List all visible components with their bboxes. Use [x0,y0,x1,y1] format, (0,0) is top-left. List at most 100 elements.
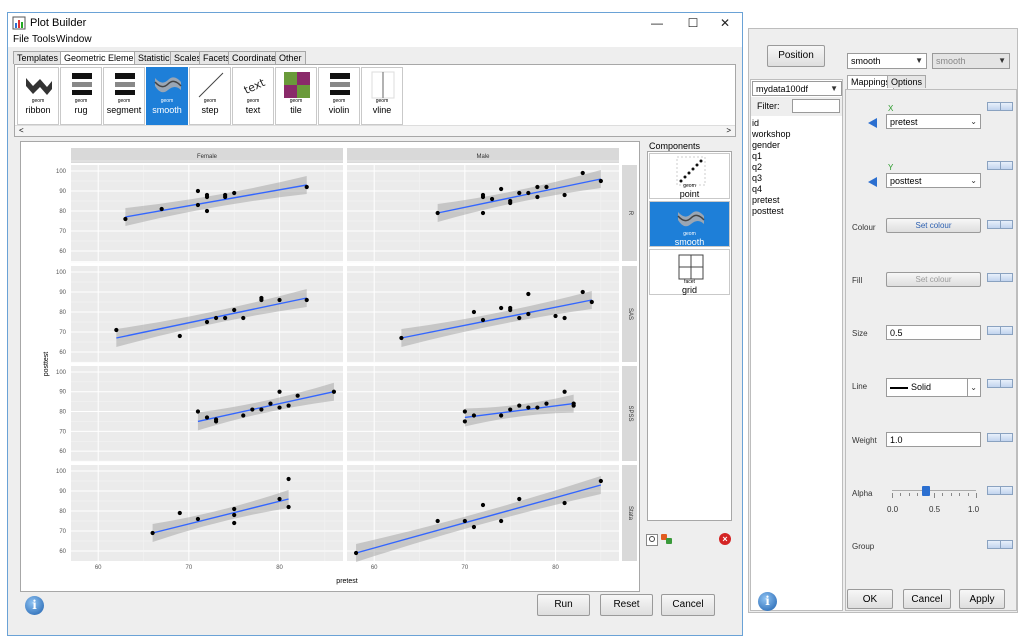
variable-item[interactable]: q3 [751,173,842,184]
size-toggle[interactable] [987,326,1013,335]
data-point [177,333,182,339]
shuffle-icon[interactable] [661,533,673,545]
weight-toggle[interactable] [987,433,1013,442]
info-icon[interactable]: i [758,592,777,611]
variable-item[interactable]: q1 [751,151,842,162]
variable-item[interactable]: workshop [751,129,842,140]
data-point [177,510,182,516]
fill-toggle[interactable] [987,273,1013,282]
geom-tag: geom [332,98,346,104]
geom-item-smooth[interactable]: geom smooth [146,67,188,125]
chevron-down-icon: ▼ [915,56,923,65]
delete-icon[interactable]: × [719,533,731,545]
geom-item-step[interactable]: geom step [189,67,231,125]
maximize-button[interactable]: ☐ [676,14,710,32]
alpha-slider-tick [892,493,893,498]
rug-icon [67,70,97,100]
filter-input[interactable] [792,99,840,113]
faceted-scatter-chart: Female Male R SAS SPSS Stata 60 70 80 90 100 60 70 80… [43,148,637,585]
info-icon[interactable]: i [25,596,44,615]
scroll-left-icon[interactable]: < [19,126,24,135]
dataset-select[interactable]: mydata100df ▼ [752,81,842,96]
fill-button[interactable]: Set colour [886,272,981,287]
colour-button[interactable]: Set colour [886,218,981,233]
tab-options[interactable]: Options [887,75,927,88]
y-tick-label: 80 [59,310,66,316]
edit-icon[interactable] [646,534,658,546]
component-facet-grid[interactable]: facet grid [649,249,730,295]
alpha-slider[interactable] [892,486,977,502]
menu-tools[interactable]: Tools [32,34,55,45]
ok-button[interactable]: OK [847,589,893,609]
tab-other[interactable]: Other [275,51,306,64]
variable-item[interactable]: gender [751,140,842,151]
layer-cancel-button[interactable]: Cancel [903,589,951,609]
y-aesthetic-value: posttest [890,176,922,186]
data-point [213,315,219,321]
step-icon [196,70,226,100]
data-point [353,550,359,556]
x-aesthetic-select[interactable]: pretest ⌄ [886,114,981,129]
geom-item-segment[interactable]: geom segment [103,67,145,125]
variable-item[interactable]: q2 [751,162,842,173]
alpha-tick-2: 1.0 [968,505,980,514]
plot-builder-window: Plot Builder — ☐ ✕ File Tools Window Tem… [7,12,743,636]
data-point [195,409,201,414]
variable-item[interactable]: posttest [751,206,842,217]
palette-scrollbar[interactable]: < > [15,125,735,136]
data-point [223,315,228,321]
linetype-select[interactable]: Solid ⌄ [886,378,981,397]
weight-input[interactable]: 1.0 [886,432,981,447]
geom-item-label: rug [74,105,88,115]
geom-select[interactable]: smooth ▼ [847,53,927,69]
y-toggle[interactable] [987,161,1013,170]
facet-label-row: R [627,211,633,216]
title-bar: Plot Builder — ☐ ✕ [8,13,742,33]
stat-select[interactable]: smooth ▼ [932,53,1010,69]
alpha-slider-thumb[interactable] [921,486,930,496]
alpha-toggle[interactable] [987,486,1013,495]
scroll-right-icon[interactable]: > [726,126,731,135]
minimize-button[interactable]: — [640,14,674,32]
geom-item-label: step [201,105,219,115]
geom-item-vline[interactable]: geom vline [361,67,403,125]
y-tick-label: 70 [59,330,66,336]
close-button[interactable]: ✕ [708,14,742,32]
y-tick-label: 60 [59,449,66,455]
variable-item[interactable]: q4 [751,184,842,195]
variable-item[interactable]: pretest [751,195,842,206]
arrow-left-icon[interactable] [868,177,877,187]
geom-item-rug[interactable]: geom rug [60,67,102,125]
geom-item-violin[interactable]: geom violin [318,67,360,125]
run-button[interactable]: Run [537,594,590,616]
menu-window[interactable]: Window [56,34,92,45]
menu-file[interactable]: File [13,34,29,45]
data-point [435,518,440,524]
size-input[interactable]: 0.5 [886,325,981,340]
variable-item[interactable]: id [751,118,842,129]
geom-item-tile[interactable]: geom tile [275,67,317,125]
y-tick-label: 80 [59,209,66,215]
tab-templates[interactable]: Templates [13,51,63,64]
y-tick-label: 90 [59,489,66,495]
y-aesthetic-select[interactable]: posttest ⌄ [886,173,981,188]
component-geom-smooth[interactable]: geom smooth [649,201,730,247]
data-point [204,192,210,198]
colour-toggle[interactable] [987,220,1013,229]
data-point [250,407,255,412]
group-toggle[interactable] [987,540,1013,549]
apply-button[interactable]: Apply [959,589,1005,609]
y-tick-label: 90 [59,189,66,195]
component-label: point [679,189,700,199]
position-button[interactable]: Position [767,45,825,67]
cancel-button[interactable]: Cancel [661,594,715,616]
geom-item-text[interactable]: text geom text [232,67,274,125]
alpha-slider-tick [976,493,977,498]
data-point [499,413,504,418]
line-toggle[interactable] [987,379,1013,388]
component-geom-point[interactable]: geom point [649,153,730,199]
arrow-left-icon[interactable] [868,118,877,128]
x-toggle[interactable] [987,102,1013,111]
geom-item-ribbon[interactable]: geom ribbon [17,67,59,125]
reset-button[interactable]: Reset [600,594,653,616]
